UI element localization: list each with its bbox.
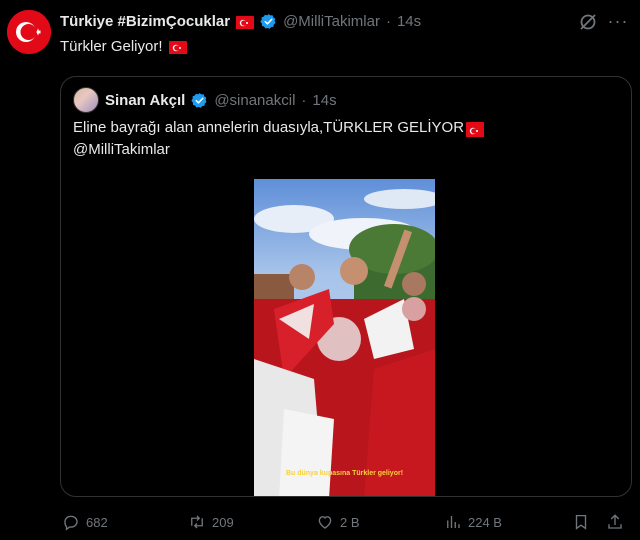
views-icon: [447, 516, 460, 528]
turkish-flag-icon: [7, 10, 51, 54]
video-thumbnail[interactable]: Bu dünya kupasına Türkler geliyor!: [254, 179, 435, 496]
turkish-flag-emoji-icon: [466, 122, 485, 137]
author-avatar[interactable]: [7, 10, 51, 54]
view-count: 224 B: [468, 514, 502, 530]
like-count: 2 B: [340, 514, 360, 530]
quoted-tweet-text: Eline bayrağı alan annelerin duasıyla,TÜ…: [73, 117, 613, 161]
reply-button[interactable]: 682: [62, 513, 108, 531]
share-button[interactable]: [606, 513, 624, 531]
quoted-author-avatar[interactable]: [73, 87, 99, 113]
quoted-tweet-time[interactable]: 14s: [312, 92, 336, 109]
quoted-text-mention[interactable]: @MilliTakimlar: [73, 139, 170, 161]
repost-icon: [191, 515, 203, 529]
share-icon: [608, 514, 622, 529]
quoted-tweet[interactable]: Sinan Akçıl @sinanakcil · 14s Eline bayr…: [60, 76, 632, 497]
turkish-flag-emoji-icon: [236, 15, 255, 29]
bookmark-button[interactable]: [572, 513, 590, 531]
separator-dot: ·: [385, 13, 391, 30]
verified-badge-icon: [191, 92, 207, 108]
video-caption: Bu dünya kupasına Türkler geliyor!: [285, 470, 404, 477]
quoted-author-handle[interactable]: @sinanakcil: [214, 92, 295, 109]
turkish-flag-emoji-icon: [168, 40, 187, 54]
tweet-text-content: Türkler Geliyor!: [60, 38, 163, 55]
quoted-author-name[interactable]: Sinan Akçıl: [105, 92, 185, 109]
repost-count: 209: [212, 514, 234, 530]
separator-dot: ·: [301, 91, 307, 109]
repost-button[interactable]: 209: [188, 513, 234, 531]
reply-count: 682: [86, 514, 108, 530]
action-bar: 682 209 2 B 224 B: [60, 513, 630, 533]
heart-icon: [318, 516, 332, 529]
author-handle[interactable]: @MilliTakimlar: [283, 13, 380, 30]
grok-icon[interactable]: [578, 12, 598, 32]
bookmark-icon: [575, 514, 587, 530]
quoted-text-line1: Eline bayrağı alan annelerin duasıyla,TÜ…: [73, 119, 465, 136]
fans-photo: [254, 179, 435, 496]
reply-icon: [64, 515, 78, 531]
author-name[interactable]: Türkiye #BizimÇocuklar: [60, 13, 230, 30]
verified-badge-icon: [260, 14, 276, 29]
like-button[interactable]: 2 B: [316, 513, 360, 531]
tweet-time[interactable]: 14s: [397, 13, 421, 30]
more-icon[interactable]: ···: [606, 10, 630, 34]
quoted-tweet-header: Sinan Akçıl @sinanakcil · 14s: [73, 87, 337, 113]
views-button[interactable]: 224 B: [444, 513, 502, 531]
tweet-header: Türkiye #BizimÇocuklar @MilliTakimlar · …: [60, 13, 421, 30]
tweet-text: Türkler Geliyor!: [60, 38, 187, 55]
